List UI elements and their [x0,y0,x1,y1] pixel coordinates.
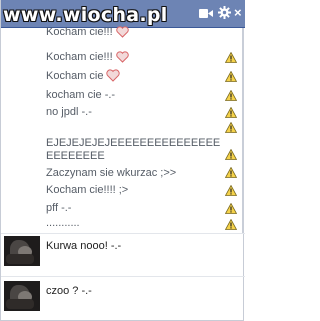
warning-icon[interactable] [225,122,237,133]
warning-icon[interactable] [225,90,237,101]
divider [1,276,245,277]
avatar[interactable] [4,281,40,311]
close-icon[interactable]: × [234,5,243,20]
gear-icon[interactable] [218,6,231,19]
message-5: no jpdl -.- [46,106,92,118]
warning-icon[interactable] [225,219,237,230]
chat-window: www.wiocha.pl × Kocham cie!!! Kocham cie… [0,0,245,321]
divider [1,233,245,234]
warning-icon[interactable] [225,71,237,82]
warning-icon[interactable] [225,185,237,196]
scrollbar[interactable] [242,28,244,233]
chat-titlebar[interactable]: www.wiocha.pl × [1,0,245,28]
warning-icon[interactable] [225,149,237,160]
warning-icon[interactable] [225,203,237,214]
heart-icon [106,69,121,82]
warning-icon[interactable] [225,107,237,118]
message-9: pff -.- [46,202,72,214]
message-7: Zaczynam sie wkurzac ;>> [46,167,177,179]
message-8: Kocham cie!!!! ;> [46,184,129,196]
message-3: Kocham cie [46,69,121,83]
warning-icon[interactable] [225,167,237,178]
heart-icon [115,26,129,38]
message-2: Kocham cie!!! [46,51,129,64]
reply-message-1: Kurwa nooo! -.- [46,240,122,252]
message-4: kocham cie -.- [46,89,116,101]
warning-icon[interactable] [225,52,237,63]
video-icon[interactable] [199,9,213,18]
reply-message-2: czoo ? -.- [46,285,92,297]
heart-icon [115,51,129,63]
avatar[interactable] [4,236,40,266]
message-1: Kocham cie!!! [46,26,129,39]
message-10: ........... [46,217,80,229]
message-6: EJEJEJEJEJEEEEEEEEEEEEEEEEEEEEEEE [46,137,221,162]
watermark: www.wiocha.pl [3,4,168,26]
